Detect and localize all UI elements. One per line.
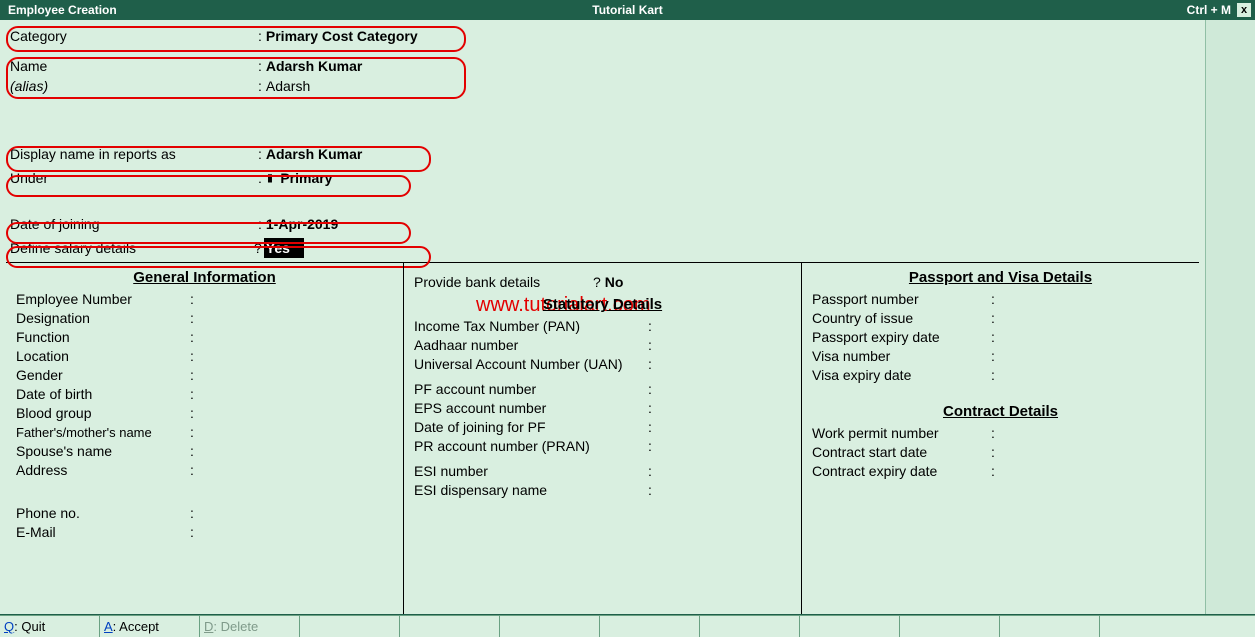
alias-row: (alias) : Adarsh <box>10 76 1199 96</box>
bottom-slot-4 <box>300 616 400 637</box>
statutory-heading: Statutory Details <box>414 296 791 313</box>
eps-label: EPS account number <box>414 399 644 418</box>
alias-label: (alias) <box>10 76 254 96</box>
salary-value[interactable]: Yes <box>264 238 304 258</box>
passport-heading: Passport and Visa Details <box>812 269 1189 286</box>
contract-heading: Contract Details <box>812 403 1189 420</box>
passport-no-label: Passport number <box>812 290 987 309</box>
bank-details-value[interactable]: No <box>605 273 624 292</box>
uan-label: Universal Account Number (UAN) <box>414 355 644 374</box>
under-row: Under : ▮ Primary <box>10 168 1199 188</box>
passport-expiry-label: Passport expiry date <box>812 328 987 347</box>
pran-label: PR account number (PRAN) <box>414 437 644 456</box>
name-value[interactable]: Adarsh Kumar <box>266 56 362 76</box>
general-info-column: General Information Employee Number: Des… <box>6 263 403 614</box>
name-row: Name : Adarsh Kumar <box>10 56 1199 76</box>
pan-label: Income Tax Number (PAN) <box>414 317 644 336</box>
gender-label: Gender <box>16 366 186 385</box>
doj-label: Date of joining <box>10 214 254 234</box>
contract-start-label: Contract start date <box>812 443 987 462</box>
right-sidebar <box>1205 20 1255 614</box>
visa-no-label: Visa number <box>812 347 987 366</box>
esi-label: ESI number <box>414 462 644 481</box>
phone-label: Phone no. <box>16 504 186 523</box>
blood-group-label: Blood group <box>16 404 186 423</box>
bottom-button-bar: Q: Quit A: Accept D: Delete <box>0 615 1255 637</box>
accept-button[interactable]: A: Accept <box>100 616 200 637</box>
category-row: Category : Primary Cost Category <box>10 26 1199 46</box>
shortcut-hint: Ctrl + M <box>1187 3 1231 17</box>
category-value[interactable]: Primary Cost Category <box>266 26 418 46</box>
pf-label: PF account number <box>414 380 644 399</box>
contract-expiry-label: Contract expiry date <box>812 462 987 481</box>
spouse-name-label: Spouse's name <box>16 442 186 461</box>
doj-value[interactable]: 1-Apr-2019 <box>266 214 338 234</box>
category-label: Category <box>10 26 254 46</box>
bottom-slot-6 <box>500 616 600 637</box>
location-label: Location <box>16 347 186 366</box>
alias-value[interactable]: Adarsh <box>266 76 310 96</box>
quit-button[interactable]: Q: Quit <box>0 616 100 637</box>
statutory-column: Provide bank details ? No Statutory Deta… <box>403 263 801 614</box>
top-fields: Category : Primary Cost Category Name : … <box>6 26 1199 258</box>
passport-contract-column: Passport and Visa Details Passport numbe… <box>801 263 1199 614</box>
company-name: Tutorial Kart <box>0 3 1255 17</box>
close-button[interactable]: x <box>1237 3 1251 17</box>
function-label: Function <box>16 328 186 347</box>
main-area: Category : Primary Cost Category Name : … <box>0 20 1255 615</box>
bank-details-label: Provide bank details <box>414 273 589 292</box>
list-icon: ▮ <box>266 168 274 188</box>
work-permit-label: Work permit number <box>812 424 987 443</box>
bottom-slot-10 <box>900 616 1000 637</box>
visa-expiry-label: Visa expiry date <box>812 366 987 385</box>
delete-button[interactable]: D: Delete <box>200 616 300 637</box>
doj-row: Date of joining : 1-Apr-2019 <box>10 214 1199 234</box>
country-issue-label: Country of issue <box>812 309 987 328</box>
title-bar: Employee Creation Tutorial Kart Ctrl + M… <box>0 0 1255 20</box>
bottom-slot-5 <box>400 616 500 637</box>
display-name-label: Display name in reports as <box>10 144 254 164</box>
screen-title: Employee Creation <box>0 3 117 17</box>
doj-pf-label: Date of joining for PF <box>414 418 644 437</box>
name-label: Name <box>10 56 254 76</box>
address-label: Address <box>16 461 186 480</box>
email-label: E-Mail <box>16 523 186 542</box>
esi-dispensary-label: ESI dispensary name <box>414 481 644 500</box>
parents-name-label: Father's/mother's name <box>16 423 186 442</box>
dob-label: Date of birth <box>16 385 186 404</box>
under-value[interactable]: Primary <box>274 168 332 188</box>
bottom-slot-7 <box>600 616 700 637</box>
salary-label: Define salary details <box>10 238 254 258</box>
bottom-slot-12 <box>1100 616 1255 637</box>
details-columns: General Information Employee Number: Des… <box>6 262 1199 614</box>
general-info-heading: General Information <box>16 269 393 286</box>
bottom-slot-11 <box>1000 616 1100 637</box>
work-area: Category : Primary Cost Category Name : … <box>0 20 1205 614</box>
bottom-slot-8 <box>700 616 800 637</box>
salary-row: Define salary details ? Yes <box>10 238 1199 258</box>
under-label: Under <box>10 168 254 188</box>
display-name-value[interactable]: Adarsh Kumar <box>266 144 362 164</box>
display-name-row: Display name in reports as : Adarsh Kuma… <box>10 144 1199 164</box>
emp-number-label: Employee Number <box>16 290 186 309</box>
aadhaar-label: Aadhaar number <box>414 336 644 355</box>
designation-label: Designation <box>16 309 186 328</box>
bottom-slot-9 <box>800 616 900 637</box>
